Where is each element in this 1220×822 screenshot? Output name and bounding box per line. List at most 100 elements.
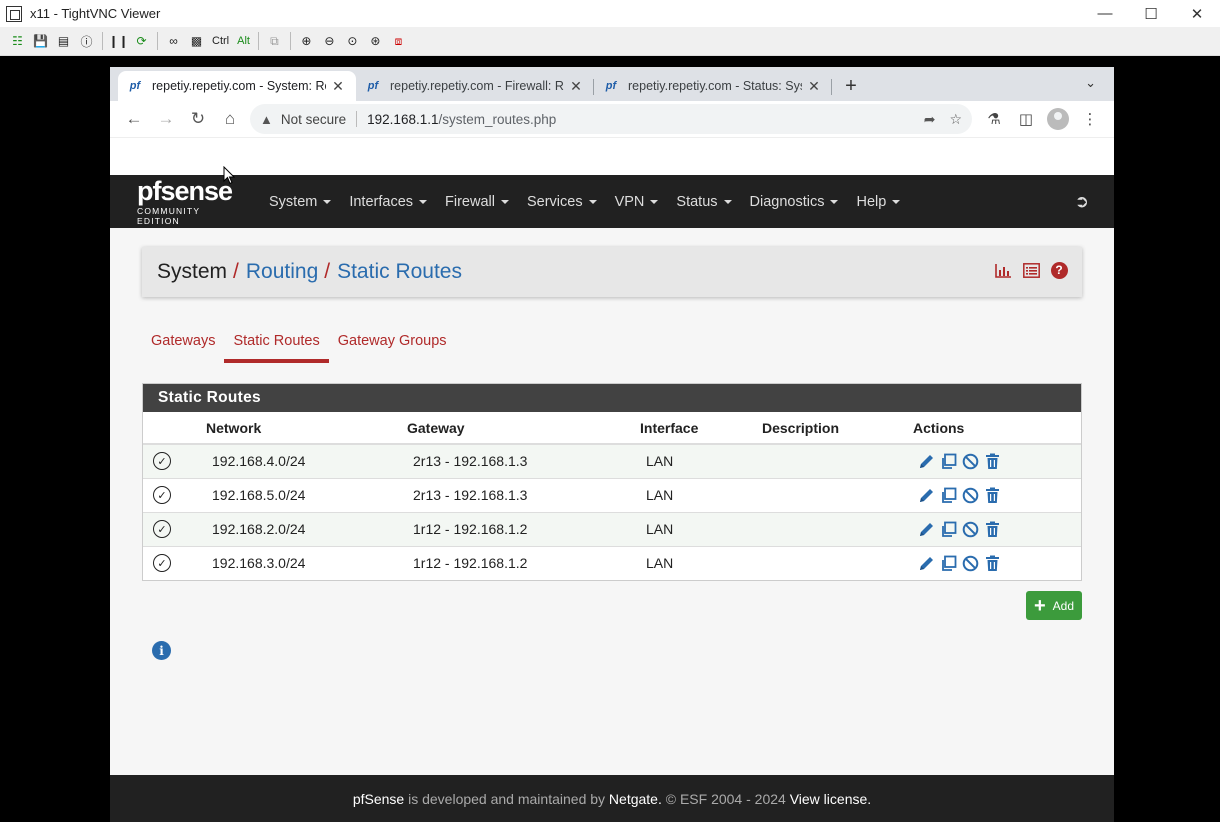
copy-icon[interactable] (939, 520, 958, 539)
delete-trash-icon[interactable] (983, 486, 1002, 505)
disable-ban-icon[interactable] (961, 452, 980, 471)
breadcrumb-routing[interactable]: Routing (246, 260, 318, 284)
disable-ban-icon[interactable] (961, 520, 980, 539)
cell-network: 192.168.2.0/24 (206, 511, 407, 546)
close-tab-icon[interactable]: ✕ (568, 78, 584, 95)
browser-window: pf repetiy.repetiy.com - System: Routing… (110, 67, 1114, 822)
footer-brand-link[interactable]: pfSense (353, 791, 404, 807)
disable-ban-icon[interactable] (961, 554, 980, 573)
cell-description (762, 477, 913, 512)
delete-trash-icon[interactable] (983, 520, 1002, 539)
security-label[interactable]: Not secure (281, 112, 346, 127)
minimize-button[interactable]: — (1082, 0, 1128, 27)
copy-icon[interactable] (939, 452, 958, 471)
clipboard-icon[interactable]: ⧉ (263, 31, 286, 51)
edit-pencil-icon[interactable] (917, 520, 936, 539)
menu-interfaces[interactable]: Interfaces (340, 194, 436, 210)
main-menu: System Interfaces Firewall Services VPN … (260, 194, 909, 210)
share-icon[interactable]: ➦ (924, 111, 936, 128)
fullscreen-icon[interactable]: ⧈ (387, 31, 410, 51)
new-tab-icon[interactable]: + (836, 71, 866, 101)
info-circle-icon[interactable]: i (152, 641, 171, 660)
col-description[interactable]: Description (762, 412, 913, 445)
close-tab-icon[interactable]: ✕ (330, 78, 346, 95)
tab-search-chevron-icon[interactable]: ⌄ (1085, 75, 1096, 91)
zoom-fit-icon[interactable]: ⊛ (364, 31, 387, 51)
close-tab-icon[interactable]: ✕ (806, 78, 822, 95)
copy-icon[interactable] (939, 486, 958, 505)
alt-key-button[interactable]: Alt (233, 31, 254, 51)
close-window-button[interactable]: ✕ (1174, 0, 1220, 27)
url-input[interactable]: ▲ Not secure 192.168.1.1/system_routes.p… (250, 104, 972, 134)
profile-avatar-icon[interactable] (1047, 108, 1069, 130)
zoom-out-icon[interactable]: ⊖ (318, 31, 341, 51)
save-icon[interactable]: 💾 (29, 31, 52, 51)
browser-tab-routes[interactable]: pf repetiy.repetiy.com - System: Routing… (118, 71, 356, 101)
col-gateway[interactable]: Gateway (407, 412, 640, 445)
vnc-window-title: x11 - TightVNC Viewer (30, 6, 161, 21)
breadcrumb-static-routes[interactable]: Static Routes (337, 260, 462, 284)
pfsense-logo[interactable]: pfsense COMMUNITY EDITION (137, 177, 245, 226)
maximize-button[interactable]: ☐ (1128, 0, 1174, 27)
edit-pencil-icon[interactable] (917, 452, 936, 471)
caret-down-icon (588, 199, 597, 204)
reload-icon[interactable]: ↻ (182, 103, 214, 135)
list-icon[interactable] (1022, 261, 1040, 279)
back-arrow-icon[interactable]: ← (118, 103, 150, 135)
footer-license-link[interactable]: View license. (790, 791, 871, 807)
menu-system[interactable]: System (260, 194, 340, 210)
plus-icon: + (1033, 594, 1046, 617)
tab-static-routes[interactable]: Static Routes (224, 328, 329, 363)
ctrl-alt-del-icon[interactable]: ∞ (162, 31, 185, 51)
tab-gateway-groups[interactable]: Gateway Groups (329, 328, 456, 363)
menu-firewall[interactable]: Firewall (436, 194, 518, 210)
pause-icon[interactable]: ❙❙ (107, 31, 130, 51)
warning-icon[interactable]: ▲ (260, 112, 273, 127)
static-routes-panel: Static Routes Network Gateway Interface … (142, 383, 1082, 581)
help-question-icon[interactable]: ? (1050, 261, 1068, 279)
menu-status[interactable]: Status (667, 194, 740, 210)
side-panel-icon[interactable]: ◫ (1010, 103, 1042, 135)
forward-arrow-icon[interactable]: → (150, 103, 182, 135)
zoom-100-icon[interactable]: ⊙ (341, 31, 364, 51)
tab-gateways[interactable]: Gateways (142, 328, 224, 363)
add-route-button[interactable]: + Add (1026, 591, 1082, 620)
copy-icon[interactable] (939, 554, 958, 573)
menu-diagnostics[interactable]: Diagnostics (741, 194, 848, 210)
bookmark-star-icon[interactable]: ☆ (949, 111, 962, 128)
bar-chart-icon[interactable] (994, 261, 1012, 279)
col-interface[interactable]: Interface (640, 412, 762, 445)
page-footer: pfSense is developed and maintained by N… (110, 775, 1114, 822)
zoom-in-icon[interactable]: ⊕ (295, 31, 318, 51)
home-icon[interactable]: ⌂ (214, 103, 246, 135)
sub-tabs: Gateways Static Routes Gateway Groups (142, 328, 456, 363)
enabled-check-icon: ✓ (153, 520, 171, 538)
new-connection-icon[interactable]: ☷ (6, 31, 29, 51)
menu-help[interactable]: Help (847, 194, 909, 210)
browser-tab-firewall[interactable]: pf repetiy.repetiy.com - Firewall: Rules… (356, 71, 594, 101)
win-key-icon[interactable]: ▩ (185, 31, 208, 51)
routes-table: Network Gateway Interface Description Ac… (143, 412, 1081, 580)
menu-vpn[interactable]: VPN (606, 194, 668, 210)
refresh-icon[interactable]: ⟳ (130, 31, 153, 51)
caret-down-icon (723, 199, 732, 204)
edit-pencil-icon[interactable] (917, 486, 936, 505)
disable-ban-icon[interactable] (961, 486, 980, 505)
cell-gateway: 1r12 - 192.168.1.2 (407, 545, 640, 580)
delete-trash-icon[interactable] (983, 452, 1002, 471)
more-menu-icon[interactable]: ⋮ (1074, 103, 1106, 135)
footer-netgate-link[interactable]: Netgate. (609, 791, 662, 807)
col-network[interactable]: Network (206, 412, 407, 445)
info-icon[interactable]: ⓘ (75, 31, 98, 51)
delete-trash-icon[interactable] (983, 554, 1002, 573)
options-icon[interactable]: ▤ (52, 31, 75, 51)
logout-icon[interactable]: ➲ (1075, 192, 1089, 212)
browser-tab-status[interactable]: pf repetiy.repetiy.com - Status: System … (594, 71, 832, 101)
menu-services[interactable]: Services (518, 194, 606, 210)
caret-down-icon (323, 199, 332, 204)
ctrl-key-button[interactable]: Ctrl (208, 31, 233, 51)
edit-pencil-icon[interactable] (917, 554, 936, 573)
logo-sub-text: COMMUNITY EDITION (137, 205, 201, 226)
cell-network: 192.168.5.0/24 (206, 477, 407, 512)
extension-flask-icon[interactable]: ⚗ (978, 103, 1010, 135)
